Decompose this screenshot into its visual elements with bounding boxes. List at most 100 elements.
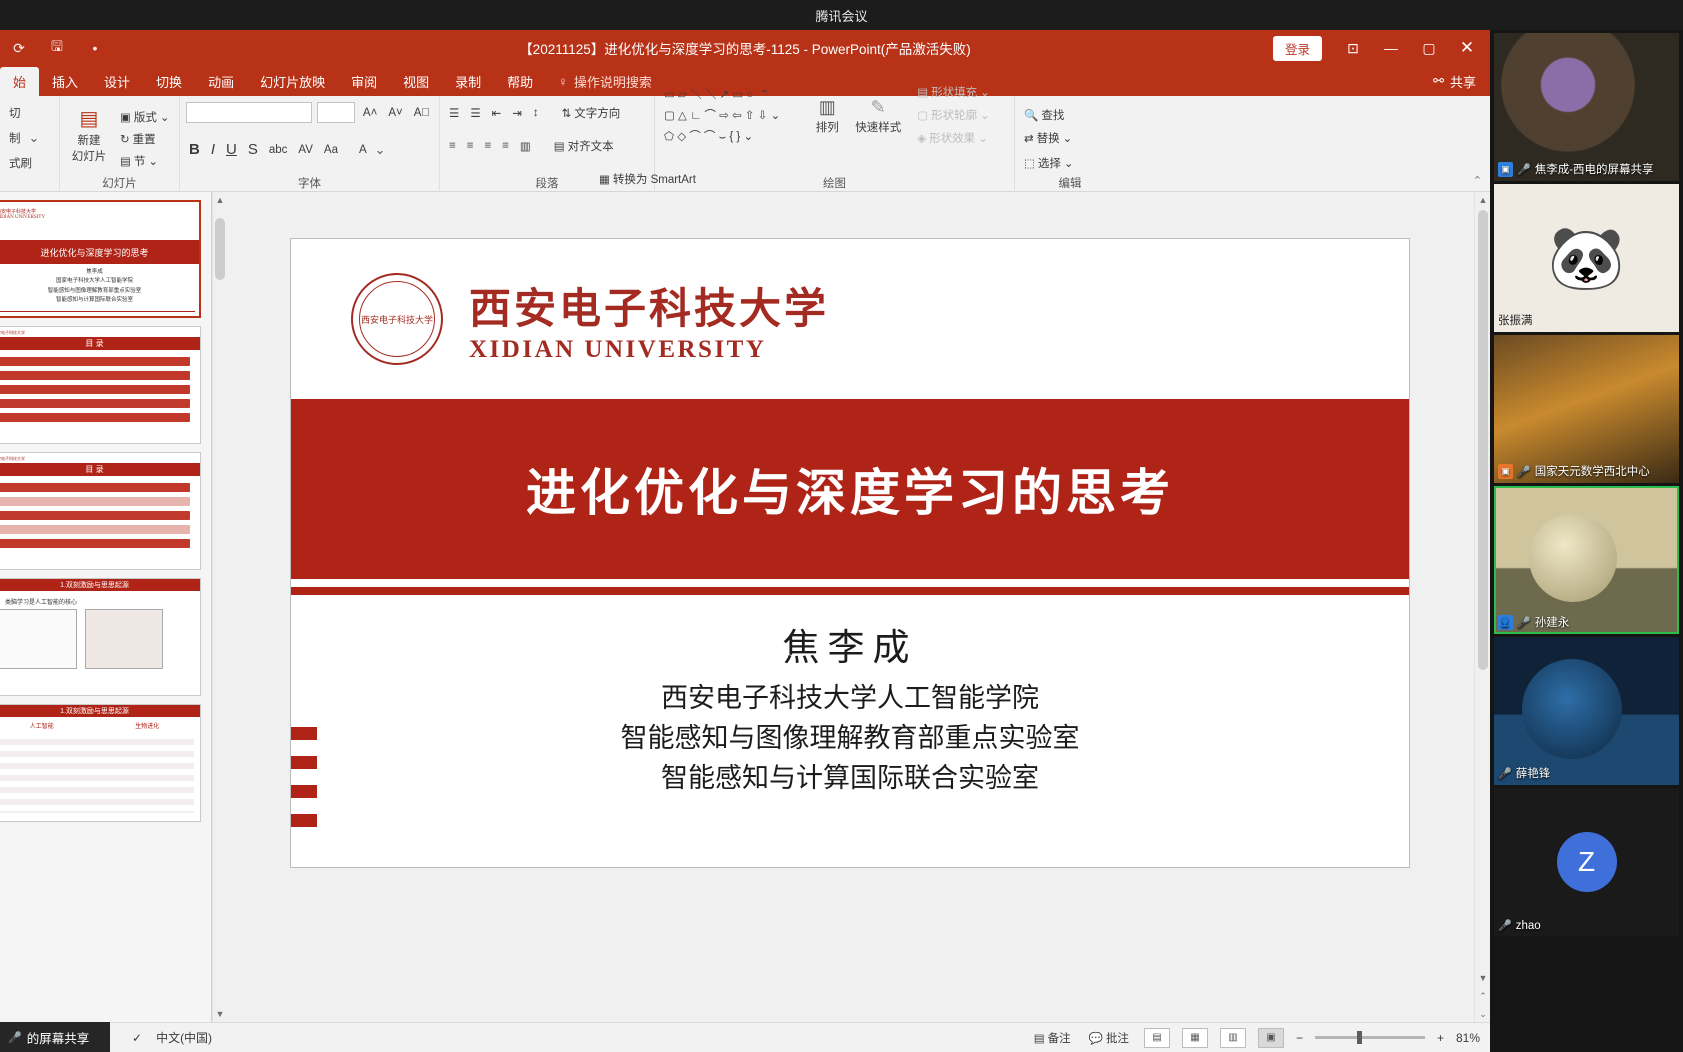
tab-design[interactable]: 设计 bbox=[91, 67, 143, 96]
participant-card-3[interactable]: ▣ 🎤 国家天元数学西北中心 bbox=[1494, 335, 1679, 483]
arrange-button[interactable]: ▥ 排列 bbox=[804, 95, 850, 135]
font-name-input[interactable] bbox=[186, 102, 312, 123]
collapse-ribbon-icon[interactable]: ⌃ bbox=[1473, 174, 1482, 187]
slide-canvas-area[interactable]: 西安电子科技大学 西安电子科技大学 XIDIAN UNIVERSITY 进化优化… bbox=[226, 192, 1474, 1022]
increase-indent-icon[interactable]: ⇥ bbox=[509, 105, 525, 121]
status-language[interactable]: 中文(中国) bbox=[156, 1029, 212, 1046]
scroll-down-icon[interactable]: ▼ bbox=[213, 1006, 227, 1022]
layout-button[interactable]: ▣ 版式 ⌄ bbox=[117, 108, 173, 126]
shape-effects-button[interactable]: ◈ 形状效果 ⌄ bbox=[914, 129, 993, 147]
select-button[interactable]: ⬚ 选择 ⌄ bbox=[1021, 154, 1077, 172]
tab-slideshow[interactable]: 幻灯片放映 bbox=[247, 67, 338, 96]
underline-button[interactable]: U bbox=[223, 140, 240, 159]
scroll-up-icon[interactable]: ▲ bbox=[1475, 192, 1491, 208]
slide-thumbnail-pane[interactable]: 西安电子科技大学 XIDIAN UNIVERSITY 进化优化与深度学习的思考 焦… bbox=[0, 192, 212, 1022]
slide-scrollbar[interactable]: ▲ ▼ ⌃ ⌄ bbox=[1474, 192, 1490, 1022]
format-painter-button[interactable]: 式刷 bbox=[6, 154, 35, 172]
scroll-up-icon[interactable]: ▲ bbox=[213, 192, 227, 208]
shape-gallery-row3[interactable]: ⬠ ◇ ⌒ ⌒ ⌣ { } ⌄ bbox=[661, 127, 783, 145]
increase-font-icon[interactable]: A˄ bbox=[360, 106, 380, 120]
chevron-down-icon[interactable]: ⌄ bbox=[148, 154, 158, 168]
save-icon[interactable]: 🖫 bbox=[46, 37, 68, 59]
slideshow-view-button[interactable]: ▣ bbox=[1257, 1027, 1284, 1048]
decrease-indent-icon[interactable]: ⇤ bbox=[489, 105, 505, 121]
zoom-slider[interactable] bbox=[1314, 1031, 1425, 1044]
current-slide[interactable]: 西安电子科技大学 西安电子科技大学 XIDIAN UNIVERSITY 进化优化… bbox=[290, 238, 1410, 868]
zoom-out-button[interactable]: − bbox=[1296, 1031, 1303, 1045]
tell-me-search[interactable]: ♀ 操作说明搜索 bbox=[546, 72, 652, 91]
tab-home[interactable]: 始 bbox=[0, 66, 40, 96]
maximize-icon[interactable]: ▢ bbox=[1412, 33, 1446, 63]
comments-button[interactable]: 💬 批注 bbox=[1086, 1029, 1132, 1047]
new-slide-button[interactable]: ▤ 新建 幻灯片 bbox=[66, 104, 112, 164]
align-center-icon[interactable]: ≡ bbox=[464, 139, 477, 153]
previous-slide-icon[interactable]: ⌃ bbox=[1475, 988, 1491, 1004]
thumbnail-slide-5[interactable]: 1.双刻激励与思思起源 人工智能 生物进化 bbox=[0, 704, 201, 822]
quick-access-toolbar[interactable]: ⟳ 🖫 • bbox=[0, 37, 106, 59]
line-spacing-icon[interactable]: ↕ bbox=[530, 106, 542, 120]
copy-button[interactable]: 制 bbox=[6, 129, 24, 147]
quick-styles-button[interactable]: ✎ 快速样式 bbox=[855, 95, 901, 135]
justify-icon[interactable]: ≡ bbox=[499, 139, 512, 153]
accessibility-icon[interactable]: ✓ bbox=[132, 1031, 142, 1045]
shape-fill-button[interactable]: ▤ 形状填充 ⌄ bbox=[914, 83, 993, 101]
thumbnail-slide-4[interactable]: 1.双刻激励与思思起源 类脑学习是人工智能的核心 bbox=[0, 578, 201, 696]
chevron-down-icon[interactable]: ⌄ bbox=[375, 142, 386, 158]
participant-card-2[interactable]: 🐼 张振满 bbox=[1494, 184, 1679, 332]
restore-up-icon[interactable]: ⊡ bbox=[1336, 33, 1370, 63]
next-slide-icon[interactable]: ⌄ bbox=[1475, 1006, 1491, 1022]
participant-card-1[interactable]: ▣ 🎤 焦李成-西电的屏幕共享 bbox=[1494, 33, 1679, 181]
bold-button[interactable]: B bbox=[186, 140, 203, 159]
slide-sorter-view-button[interactable]: ▦ bbox=[1181, 1027, 1208, 1048]
participant-rail[interactable]: ▣ 🎤 焦李成-西电的屏幕共享 🐼 张振满 ▣ 🎤 国家天元数学西北中心 👤 🎤… bbox=[1490, 30, 1683, 1052]
zoom-in-button[interactable]: + bbox=[1437, 1031, 1444, 1045]
participant-card-4[interactable]: 👤 🎤 孙建永 bbox=[1494, 486, 1679, 634]
shape-gallery-row2[interactable]: ▢ △ ∟ ⌒ ⇨ ⇦ ⇧ ⇩ ⌄ bbox=[661, 106, 783, 124]
thumbnail-slide-2[interactable]: 西安电子科技大学 目 录 bbox=[0, 326, 201, 444]
slide-scroll-thumb[interactable] bbox=[1478, 210, 1488, 670]
bullets-icon[interactable]: ☰ bbox=[446, 105, 462, 121]
font-size-input[interactable] bbox=[316, 102, 355, 123]
participant-card-5[interactable]: 🎤 薛艳锋 bbox=[1494, 637, 1679, 785]
reading-view-button[interactable]: ▥ bbox=[1219, 1027, 1246, 1048]
login-button[interactable]: 登录 bbox=[1272, 35, 1322, 61]
character-spacing-button[interactable]: AV bbox=[295, 143, 316, 157]
participant-card-6[interactable]: Z 🎤 zhao bbox=[1494, 788, 1679, 936]
undo-icon[interactable]: • bbox=[84, 37, 106, 59]
tab-transitions[interactable]: 切换 bbox=[143, 67, 195, 96]
align-text-button[interactable]: ▤ 对齐文本 bbox=[551, 137, 617, 155]
chevron-down-icon[interactable]: ⌄ bbox=[160, 110, 170, 124]
thumbnail-slide-3[interactable]: 西安电子科技大学 目 录 bbox=[0, 452, 201, 570]
tab-help[interactable]: 帮助 bbox=[494, 67, 546, 96]
italic-button[interactable]: I bbox=[208, 140, 218, 159]
thumbnail-scrollbar[interactable]: ▲ ▼ bbox=[212, 192, 226, 1022]
mic-icon[interactable]: 🎤 bbox=[8, 1031, 22, 1044]
tab-view[interactable]: 视图 bbox=[390, 67, 442, 96]
notes-button[interactable]: ▤ 备注 bbox=[1031, 1029, 1074, 1047]
text-direction-button[interactable]: ⇅ 文字方向 bbox=[559, 104, 624, 122]
shape-outline-button[interactable]: ▢ 形状轮廓 ⌄ bbox=[914, 106, 993, 124]
decrease-font-icon[interactable]: A˅ bbox=[385, 106, 405, 120]
shadow-button[interactable]: S bbox=[245, 140, 261, 159]
cut-button[interactable]: 切 bbox=[6, 104, 24, 122]
shape-gallery-row1[interactable]: ▭ ▱ ＼ ＼ ↗ ▭ ○ ⌃ bbox=[661, 85, 783, 103]
align-right-icon[interactable]: ≡ bbox=[481, 139, 494, 153]
screen-share-indicator[interactable]: 🎤 的屏幕共享 bbox=[0, 1022, 110, 1052]
columns-icon[interactable]: ▥ bbox=[517, 138, 534, 154]
align-left-icon[interactable]: ≡ bbox=[446, 139, 459, 153]
numbering-icon[interactable]: ☰ bbox=[467, 105, 483, 121]
strikethrough-button[interactable]: abc bbox=[266, 143, 291, 157]
share-button[interactable]: ⚯ 共享 bbox=[1433, 72, 1490, 91]
autosave-icon[interactable]: ⟳ bbox=[8, 37, 30, 59]
zoom-slider-knob[interactable] bbox=[1356, 1031, 1362, 1044]
close-icon[interactable]: ✕ bbox=[1450, 33, 1484, 63]
clear-formatting-icon[interactable]: A⃠ bbox=[411, 106, 433, 120]
change-case-button[interactable]: Aa bbox=[321, 143, 341, 157]
zoom-level[interactable]: 81% bbox=[1456, 1031, 1480, 1045]
minimize-icon[interactable]: — bbox=[1374, 33, 1408, 63]
normal-view-button[interactable]: ▤ bbox=[1143, 1027, 1170, 1048]
tab-insert[interactable]: 插入 bbox=[39, 67, 91, 96]
find-button[interactable]: 🔍 查找 bbox=[1021, 106, 1067, 124]
thumbnail-slide-1[interactable]: 西安电子科技大学 XIDIAN UNIVERSITY 进化优化与深度学习的思考 焦… bbox=[0, 200, 201, 318]
font-color-button[interactable]: A bbox=[356, 143, 370, 157]
